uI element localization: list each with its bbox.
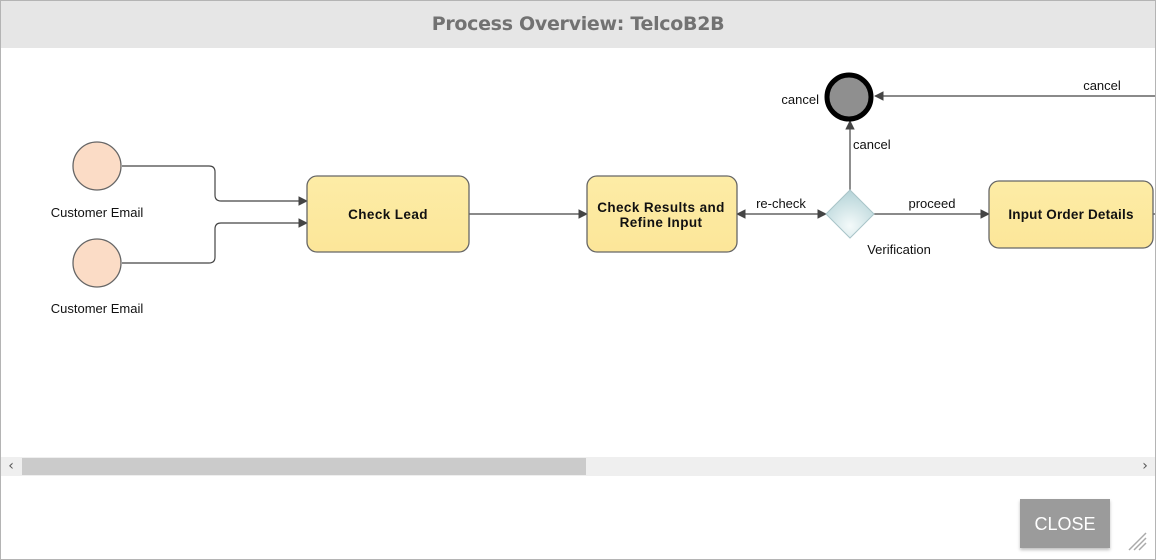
flow-email1-to-checklead[interactable] [122, 165, 308, 206]
task-check-results-refine-input[interactable]: Check Results and Refine Input [586, 175, 738, 253]
task-check-lead[interactable]: Check Lead [306, 175, 470, 253]
start-event-label: Customer Email [51, 205, 144, 220]
close-button[interactable]: CLOSE [1020, 499, 1110, 548]
resize-grip-icon[interactable] [1125, 529, 1147, 551]
end-event-label: cancel [781, 92, 819, 107]
gateway-label: Verification [867, 242, 931, 257]
dialog-title: Process Overview: TelcoB2B [431, 13, 725, 35]
flow-label-cancel-vertical: cancel [853, 137, 891, 152]
process-diagram: re-check proceed cancel cancel Customer … [51, 72, 1155, 316]
task-label: Check Lead [348, 207, 428, 222]
scrollbar-thumb[interactable] [22, 458, 586, 475]
dialog-titlebar[interactable]: Process Overview: TelcoB2B [1, 1, 1155, 48]
flow-label-recheck: re-check [756, 196, 806, 211]
task-label-line-1: Check Results and [597, 200, 725, 215]
task-input-order-details[interactable]: Input Order Details [988, 180, 1154, 249]
start-event-customer-email-1[interactable]: Customer Email [51, 141, 144, 220]
flow-label-proceed: proceed [909, 196, 956, 211]
task-label: Input Order Details [1008, 207, 1133, 222]
flow-email2-to-checklead[interactable] [122, 218, 308, 264]
start-event-customer-email-2[interactable]: Customer Email [51, 238, 144, 316]
end-event-cancel[interactable]: cancel [781, 72, 874, 122]
chevron-right-icon[interactable]: › [1136, 457, 1154, 476]
start-event-label: Customer Email [51, 301, 144, 316]
flow-label-cancel-top: cancel [1083, 78, 1121, 93]
diagram-canvas[interactable]: re-check proceed cancel cancel Customer … [1, 48, 1155, 457]
chevron-left-icon[interactable]: ‹ [2, 457, 20, 476]
task-label-line-2: Refine Input [620, 215, 703, 230]
process-overview-dialog: Process Overview: TelcoB2B re-check proc… [0, 0, 1156, 560]
horizontal-scrollbar[interactable]: ‹ › [1, 457, 1155, 476]
